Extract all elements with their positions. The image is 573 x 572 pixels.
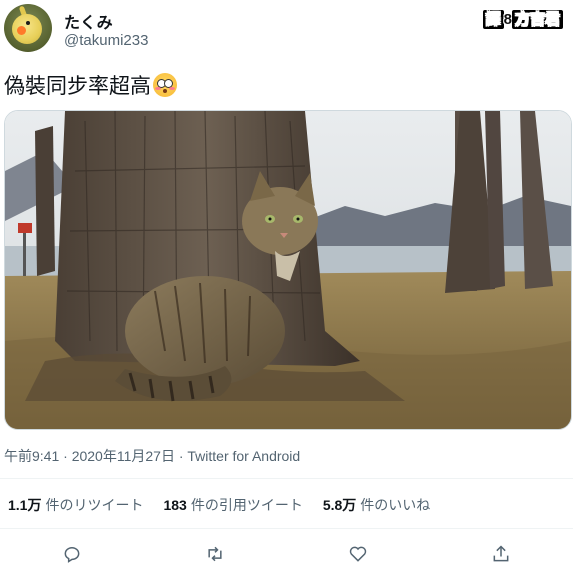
tweet-actions: [0, 540, 573, 568]
quotes-stat[interactable]: 183 件の引用ツイート: [163, 495, 302, 515]
avatar[interactable]: [4, 4, 52, 52]
watermark-pre: 譯: [482, 10, 504, 29]
tweet-body: 偽裝同步率超高: [4, 75, 151, 98]
tweet-text: 偽裝同步率超高: [4, 70, 177, 100]
quotes-label: 件の引用ツイート: [190, 497, 303, 513]
tweet-timestamp[interactable]: 午前9:41 · 2020年11月27日 · Twitter for Andro…: [4, 446, 300, 466]
tweet-header: たくみ @takumi233 譯 8 方吉君: [4, 4, 569, 56]
reply-icon[interactable]: [61, 543, 83, 565]
divider-top: [0, 478, 573, 479]
display-name[interactable]: たくみ: [64, 9, 113, 33]
avatar-cheek: [17, 26, 26, 35]
retweets-count: 1.1万: [8, 497, 42, 513]
share-icon[interactable]: [490, 543, 512, 565]
quotes-count: 183: [163, 497, 187, 513]
likes-label: 件のいいね: [360, 497, 431, 513]
watermark: 譯 8 方吉君: [478, 7, 567, 30]
heart-icon[interactable]: [347, 543, 369, 565]
avatar-eye: [26, 21, 30, 25]
retweets-label: 件のリツイート: [45, 497, 144, 513]
retweets-stat[interactable]: 1.1万 件のリツイート: [8, 495, 143, 515]
cat-by-tree-photo-icon: [5, 111, 571, 429]
flushed-face-emoji-icon: [153, 73, 177, 97]
tweet-photo[interactable]: [4, 110, 572, 430]
likes-stat[interactable]: 5.8万 件のいいね: [323, 495, 430, 515]
watermark-post: 方吉君: [511, 10, 563, 29]
retweet-icon[interactable]: [204, 543, 226, 565]
likes-count: 5.8万: [322, 497, 357, 513]
divider-bottom: [0, 528, 573, 529]
tweet-stats: 1.1万 件のリツイート 183 件の引用ツイート 5.8万 件のいいね: [8, 495, 430, 515]
user-handle[interactable]: @takumi233: [64, 32, 148, 49]
watermark-sep: 8: [503, 11, 512, 28]
